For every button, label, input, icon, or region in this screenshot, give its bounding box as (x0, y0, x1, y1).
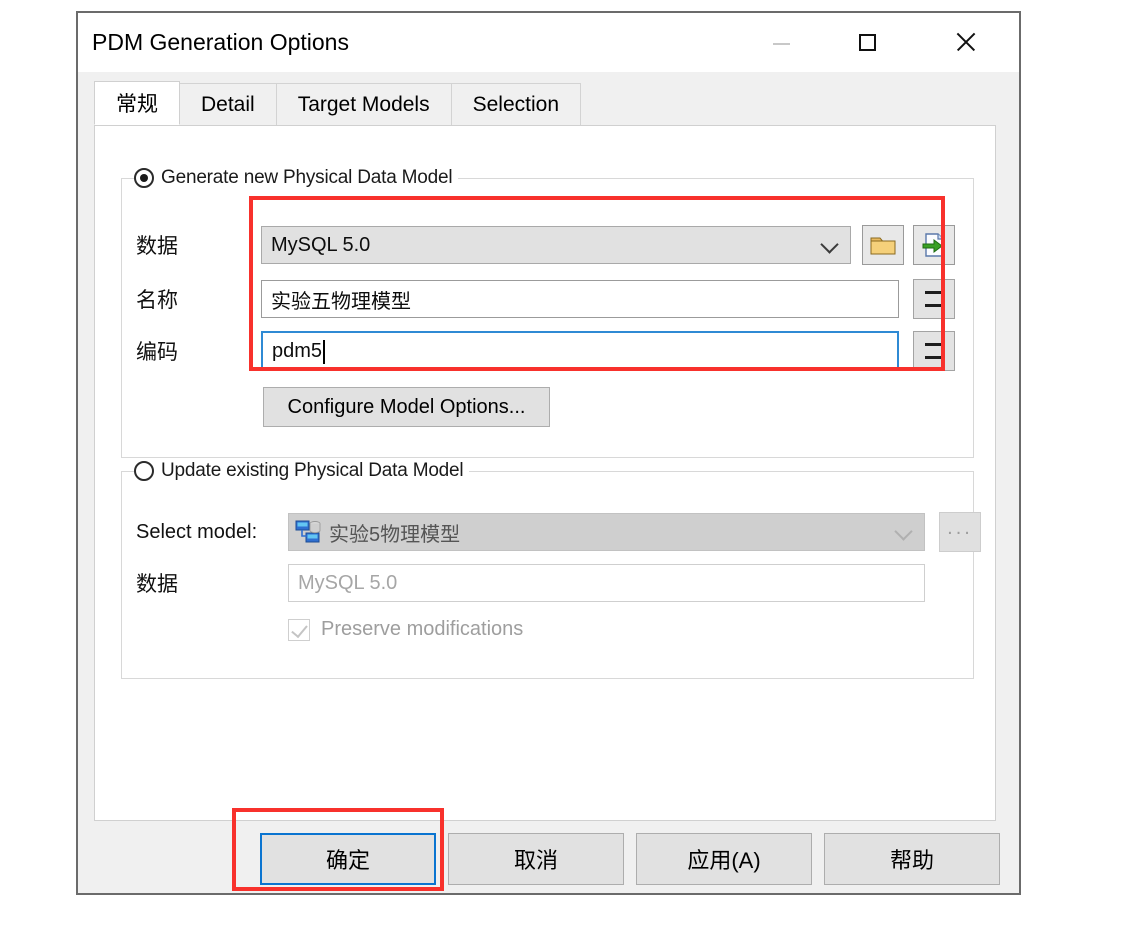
dbms-value: MySQL 5.0 (271, 233, 371, 256)
tab-label: Selection (472, 92, 559, 116)
update-dbms-label: 数据 (136, 573, 178, 596)
update-dbms-row: 数据 MySQL 5.0 (136, 564, 925, 602)
cancel-button[interactable]: 取消 (448, 833, 624, 885)
name-value: 实验五物理模型 (271, 290, 411, 313)
tab-label: Detail (201, 92, 255, 116)
folder-icon (870, 234, 896, 256)
minimize-icon (772, 43, 790, 45)
tab-label: Target Models (297, 92, 430, 116)
code-value: pdm5 (272, 339, 323, 362)
tab-label: 常规 (116, 93, 158, 116)
preserve-modifications-checkbox[interactable]: Preserve modifications (288, 618, 523, 641)
tab-target-models[interactable]: Target Models (275, 83, 452, 125)
select-model-row: Select model: 实验5物理模型 ... (136, 512, 981, 552)
equals-icon (925, 343, 943, 359)
tab-strip: 常规 Detail Target Models Selection (94, 81, 581, 125)
dialog-footer: 确定 取消 应用(A) 帮助 (78, 833, 1019, 893)
import-dbms-button[interactable] (913, 225, 955, 265)
tab-general[interactable]: 常规 (94, 81, 180, 125)
name-equals-button[interactable] (913, 279, 955, 319)
tab-detail[interactable]: Detail (179, 83, 277, 125)
generate-new-pdm-label: Generate new Physical Data Model (161, 167, 453, 188)
maximize-icon (858, 33, 876, 51)
name-row: 名称 实验五物理模型 (136, 279, 955, 319)
generate-new-pdm-group: Generate new Physical Data Model 数据 MySQ… (121, 165, 974, 458)
checkbox-checked-disabled-icon (288, 618, 310, 641)
update-dbms-value: MySQL 5.0 (298, 571, 398, 594)
cancel-button-label: 取消 (513, 848, 558, 873)
select-model-value: 实验5物理模型 (329, 523, 461, 546)
window-title: PDM Generation Options (92, 29, 349, 55)
help-button[interactable]: 帮助 (824, 833, 1000, 885)
configure-model-options-button[interactable]: Configure Model Options... (263, 387, 550, 427)
preserve-modifications-label: Preserve modifications (321, 618, 524, 640)
name-input[interactable]: 实验五物理模型 (261, 280, 899, 318)
code-row: 编码 pdm5 (136, 331, 955, 371)
maximize-button[interactable] (836, 13, 898, 71)
update-existing-pdm-group: Update existing Physical Data Model Sele… (121, 458, 981, 679)
browse-model-button[interactable]: ... (939, 512, 981, 552)
pdm-generation-options-dialog: PDM Generation Options 常规 Detail Target … (76, 11, 1021, 895)
close-button[interactable] (934, 13, 996, 71)
pdm-model-icon (295, 520, 321, 544)
radio-selected-icon (134, 168, 154, 188)
update-existing-pdm-radio[interactable]: Update existing Physical Data Model (134, 458, 470, 484)
code-equals-button[interactable] (913, 331, 955, 371)
dbms-combobox[interactable]: MySQL 5.0 (261, 226, 851, 264)
chevron-down-icon (894, 522, 913, 541)
dbms-row: 数据 MySQL 5.0 (136, 225, 955, 265)
ok-button[interactable]: 确定 (260, 833, 436, 885)
text-caret (323, 340, 326, 364)
generate-new-pdm-radio[interactable]: Generate new Physical Data Model (134, 165, 459, 191)
name-label: 名称 (136, 289, 178, 312)
apply-button[interactable]: 应用(A) (636, 833, 812, 885)
tab-panel-general: Generate new Physical Data Model 数据 MySQ… (94, 125, 996, 821)
code-input[interactable]: pdm5 (261, 331, 899, 371)
help-button-label: 帮助 (889, 848, 934, 873)
radio-unselected-icon (134, 461, 154, 481)
configure-model-options-label: Configure Model Options... (287, 395, 526, 418)
select-model-label: Select model: (136, 520, 258, 543)
ellipsis-icon: ... (947, 517, 973, 539)
export-model-icon (921, 233, 947, 257)
browse-dbms-button[interactable] (862, 225, 904, 265)
title-bar: PDM Generation Options (78, 13, 1019, 72)
dbms-label: 数据 (136, 235, 178, 258)
code-label: 编码 (136, 341, 178, 364)
close-icon (954, 31, 976, 53)
ok-button-label: 确定 (325, 848, 370, 873)
update-existing-pdm-label: Update existing Physical Data Model (161, 460, 464, 481)
apply-button-label: 应用(A) (687, 848, 761, 873)
minimize-button[interactable] (750, 13, 812, 71)
tab-selection[interactable]: Selection (450, 83, 581, 125)
update-dbms-field: MySQL 5.0 (288, 564, 925, 602)
select-model-combobox[interactable]: 实验5物理模型 (288, 513, 925, 551)
chevron-down-icon (820, 235, 839, 254)
equals-icon (925, 291, 943, 307)
